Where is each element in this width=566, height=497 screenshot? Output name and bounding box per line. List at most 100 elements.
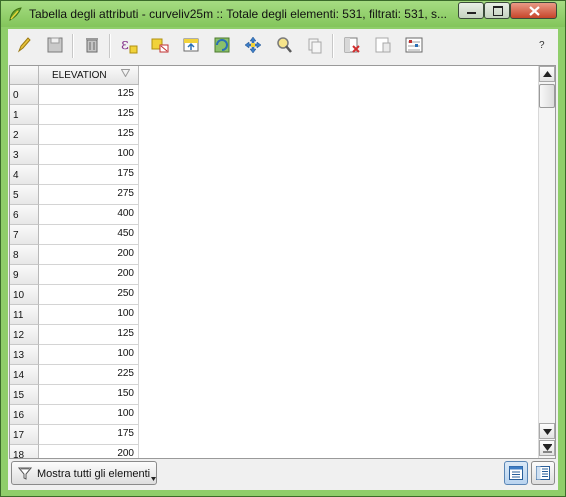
delete-icon[interactable]: [82, 35, 102, 55]
field-calculator-icon[interactable]: [404, 35, 424, 55]
title-bar[interactable]: Tabella degli attributi - curveliv25m ::…: [1, 1, 565, 27]
elevation-value: 100: [117, 408, 134, 419]
row-header[interactable]: 4: [10, 165, 39, 185]
invert-selection-icon[interactable]: [212, 35, 232, 55]
elevation-cell[interactable]: 125: [39, 325, 139, 345]
table-row[interactable]: 2 125: [10, 125, 139, 145]
table-row[interactable]: 5 275: [10, 185, 139, 205]
scroll-thumb[interactable]: [539, 84, 555, 108]
row-header[interactable]: 9: [10, 265, 39, 285]
help-button[interactable]: ?: [539, 40, 545, 51]
row-header[interactable]: 6: [10, 205, 39, 225]
row-number: 5: [13, 190, 19, 201]
table-row[interactable]: 4 175: [10, 165, 139, 185]
elevation-cell[interactable]: 400: [39, 205, 139, 225]
elevation-cell[interactable]: 450: [39, 225, 139, 245]
table-row[interactable]: 10 250: [10, 285, 139, 305]
elevation-cell[interactable]: 200: [39, 265, 139, 285]
attribute-table-window: Tabella degli attributi - curveliv25m ::…: [0, 0, 566, 497]
elevation-cell[interactable]: 250: [39, 285, 139, 305]
row-header[interactable]: 17: [10, 425, 39, 445]
row-number: 15: [13, 390, 25, 401]
row-header[interactable]: 0: [10, 85, 39, 105]
table-view-button[interactable]: [504, 461, 528, 485]
row-number: 9: [13, 270, 19, 281]
table-row[interactable]: 15 150: [10, 385, 139, 405]
table-row[interactable]: 11 100: [10, 305, 139, 325]
elevation-cell[interactable]: 200: [39, 245, 139, 265]
row-header[interactable]: 7: [10, 225, 39, 245]
toolbar-separator: [109, 34, 111, 58]
delete-column-icon[interactable]: [342, 35, 362, 55]
elevation-cell[interactable]: 275: [39, 185, 139, 205]
elevation-value: 400: [117, 208, 134, 219]
table-row[interactable]: 16 100: [10, 405, 139, 425]
row-header[interactable]: 14: [10, 365, 39, 385]
table-row[interactable]: 17 175: [10, 425, 139, 445]
elevation-cell[interactable]: 200: [39, 445, 139, 458]
pencil-icon[interactable]: [14, 35, 34, 55]
row-number: 11: [13, 310, 24, 321]
column-header-elevation[interactable]: ELEVATION: [39, 66, 139, 85]
row-number: 10: [13, 290, 25, 301]
table-row[interactable]: 7 450: [10, 225, 139, 245]
elevation-cell[interactable]: 175: [39, 425, 139, 445]
table-row[interactable]: 1 125: [10, 105, 139, 125]
row-number: 18: [13, 450, 25, 459]
row-header[interactable]: 2: [10, 125, 39, 145]
maximize-button[interactable]: [484, 2, 510, 19]
row-header[interactable]: 11: [10, 305, 39, 325]
row-header[interactable]: 10: [10, 285, 39, 305]
table-row[interactable]: 3 100: [10, 145, 139, 165]
filter-menu-button[interactable]: Mostra tutti gli elementi: [11, 461, 157, 485]
row-header[interactable]: 1: [10, 105, 39, 125]
table-row[interactable]: 18 200: [10, 445, 139, 459]
dropdown-arrow-icon: [151, 477, 156, 481]
copy-icon[interactable]: [305, 35, 325, 55]
minimize-button[interactable]: [458, 2, 484, 19]
row-header[interactable]: 13: [10, 345, 39, 365]
table-row[interactable]: 13 100: [10, 345, 139, 365]
move-selection-top-icon[interactable]: [181, 35, 201, 55]
table-row[interactable]: 6 400: [10, 205, 139, 225]
table-row[interactable]: 8 200: [10, 245, 139, 265]
row-header[interactable]: 15: [10, 385, 39, 405]
row-header[interactable]: 12: [10, 325, 39, 345]
new-column-icon[interactable]: [373, 35, 393, 55]
table-row[interactable]: 0 125: [10, 85, 139, 105]
scroll-up-button[interactable]: [539, 66, 555, 82]
scroll-down-icon: [543, 429, 552, 435]
elevation-cell[interactable]: 150: [39, 385, 139, 405]
row-header[interactable]: 8: [10, 245, 39, 265]
elevation-cell[interactable]: 225: [39, 365, 139, 385]
vertical-scrollbar[interactable]: [538, 66, 555, 458]
deselect-icon[interactable]: [150, 35, 170, 55]
zoom-to-selection-icon[interactable]: [274, 35, 294, 55]
row-header[interactable]: 16: [10, 405, 39, 425]
toolbar-separator: [332, 34, 334, 58]
elevation-cell[interactable]: 125: [39, 105, 139, 125]
pan-to-selection-icon[interactable]: [243, 35, 263, 55]
form-view-button[interactable]: [531, 461, 555, 485]
close-button[interactable]: [510, 2, 557, 19]
save-icon[interactable]: [45, 35, 65, 55]
expression-select-icon[interactable]: ε: [119, 35, 139, 55]
table-row[interactable]: 12 125: [10, 325, 139, 345]
scroll-down-button[interactable]: [539, 423, 555, 439]
table-row[interactable]: 9 200: [10, 265, 139, 285]
row-header[interactable]: 18: [10, 445, 39, 459]
elevation-cell[interactable]: 175: [39, 165, 139, 185]
elevation-cell[interactable]: 100: [39, 345, 139, 365]
scroll-end-button[interactable]: [539, 440, 555, 456]
elevation-cell[interactable]: 100: [39, 305, 139, 325]
elevation-cell[interactable]: 100: [39, 405, 139, 425]
table-corner-button[interactable]: [10, 66, 39, 85]
table-row[interactable]: 14 225: [10, 365, 139, 385]
elevation-cell[interactable]: 100: [39, 145, 139, 165]
row-header[interactable]: 5: [10, 185, 39, 205]
row-header[interactable]: 3: [10, 145, 39, 165]
elevation-cell[interactable]: 125: [39, 125, 139, 145]
elevation-value: 100: [117, 148, 134, 159]
elevation-cell[interactable]: 125: [39, 85, 139, 105]
row-number: 6: [13, 210, 19, 221]
